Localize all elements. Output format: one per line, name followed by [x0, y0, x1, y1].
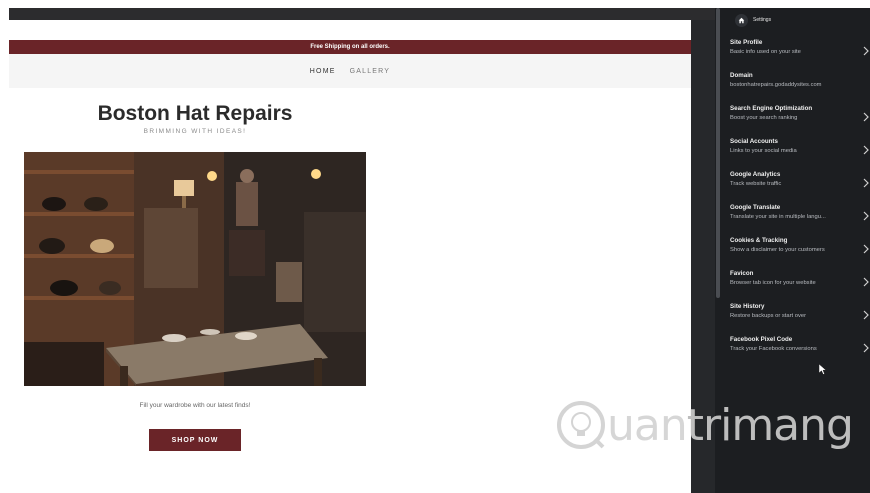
settings-item-title: Domain — [730, 72, 753, 79]
top-strip — [0, 0, 870, 8]
watermark: Q uantrimang — [555, 393, 854, 457]
settings-item-desc: Track your Facebook conversions — [730, 346, 817, 352]
settings-item-desc: Show a disclaimer to your customers — [730, 247, 825, 253]
quantrimang-logo-icon — [557, 401, 605, 449]
settings-item-desc: Boost your search ranking — [730, 115, 798, 121]
settings-item-google-analytics[interactable]: Google Analytics Track website traffic — [730, 171, 870, 199]
home-button[interactable] — [735, 13, 748, 27]
settings-item-desc: Restore backups or start over — [730, 313, 807, 319]
nav-gallery[interactable]: GALLERY — [350, 68, 391, 75]
chevron-right-icon — [863, 211, 869, 221]
chevron-right-icon — [863, 145, 869, 155]
settings-item-title: Favicon — [730, 270, 754, 277]
site-nav: HOME GALLERY — [9, 54, 691, 88]
settings-item-seo[interactable]: Search Engine Optimization Boost your se… — [730, 105, 870, 133]
settings-item-title: Search Engine Optimization — [730, 105, 813, 112]
settings-item-desc: Browser tab icon for your website — [730, 280, 816, 286]
settings-title: Settings — [753, 17, 772, 23]
chevron-right-icon — [863, 277, 869, 287]
chevron-right-icon — [863, 343, 869, 353]
settings-item-site-history[interactable]: Site History Restore backups or start ov… — [730, 303, 870, 331]
watermark-trimang: trimang — [686, 399, 854, 451]
settings-item-title: Google Translate — [730, 204, 781, 211]
settings-item-title: Cookies & Tracking — [730, 237, 788, 244]
chevron-right-icon — [863, 112, 869, 122]
promo-banner: Free Shipping on all orders. — [9, 40, 691, 54]
chevron-right-icon — [863, 310, 869, 320]
panel-scrollbar[interactable] — [716, 8, 720, 298]
settings-item-title: Site Profile — [730, 39, 763, 46]
chevron-right-icon — [863, 178, 869, 188]
settings-item-domain[interactable]: Domain bostonhatrepairs.godaddysites.com — [730, 72, 870, 100]
settings-item-desc: Links to your social media — [730, 148, 797, 154]
settings-header: Settings — [735, 13, 771, 27]
mouse-cursor-icon — [819, 364, 827, 375]
watermark-uan: uan — [607, 399, 688, 451]
hero-image — [24, 152, 366, 386]
site-title: Boston Hat Repairs — [97, 102, 293, 125]
hat-shop-photo — [24, 152, 366, 386]
chevron-right-icon — [863, 244, 869, 254]
settings-item-desc: bostonhatrepairs.godaddysites.com — [730, 82, 822, 88]
chevron-right-icon — [863, 46, 869, 56]
shop-now-button[interactable]: SHOP NOW — [149, 429, 241, 451]
promo-text: Free Shipping on all orders. — [310, 44, 390, 50]
home-icon — [738, 17, 745, 23]
settings-item-desc: Basic info used on your site — [730, 49, 801, 55]
settings-item-site-profile[interactable]: Site Profile Basic info used on your sit… — [730, 39, 870, 67]
editor-top-bar — [9, 8, 715, 20]
settings-item-title: Site History — [730, 303, 765, 310]
settings-item-facebook-pixel[interactable]: Facebook Pixel Code Track your Facebook … — [730, 336, 870, 364]
settings-item-cookies-tracking[interactable]: Cookies & Tracking Show a disclaimer to … — [730, 237, 870, 265]
settings-item-title: Facebook Pixel Code — [730, 336, 793, 343]
settings-item-title: Social Accounts — [730, 138, 778, 145]
nav-home[interactable]: HOME — [310, 68, 336, 75]
site-tagline: BRIMMING WITH IDEAS! — [143, 128, 247, 135]
settings-item-desc: Translate your site in multiple langu... — [730, 214, 826, 220]
settings-item-google-translate[interactable]: Google Translate Translate your site in … — [730, 204, 870, 232]
settings-item-favicon[interactable]: Favicon Browser tab icon for your websit… — [730, 270, 870, 298]
settings-item-desc: Track website traffic — [730, 181, 782, 187]
settings-item-title: Google Analytics — [730, 171, 781, 178]
hero-caption: Fill your wardrobe with our latest finds… — [139, 402, 251, 409]
settings-item-social-accounts[interactable]: Social Accounts Links to your social med… — [730, 138, 870, 166]
